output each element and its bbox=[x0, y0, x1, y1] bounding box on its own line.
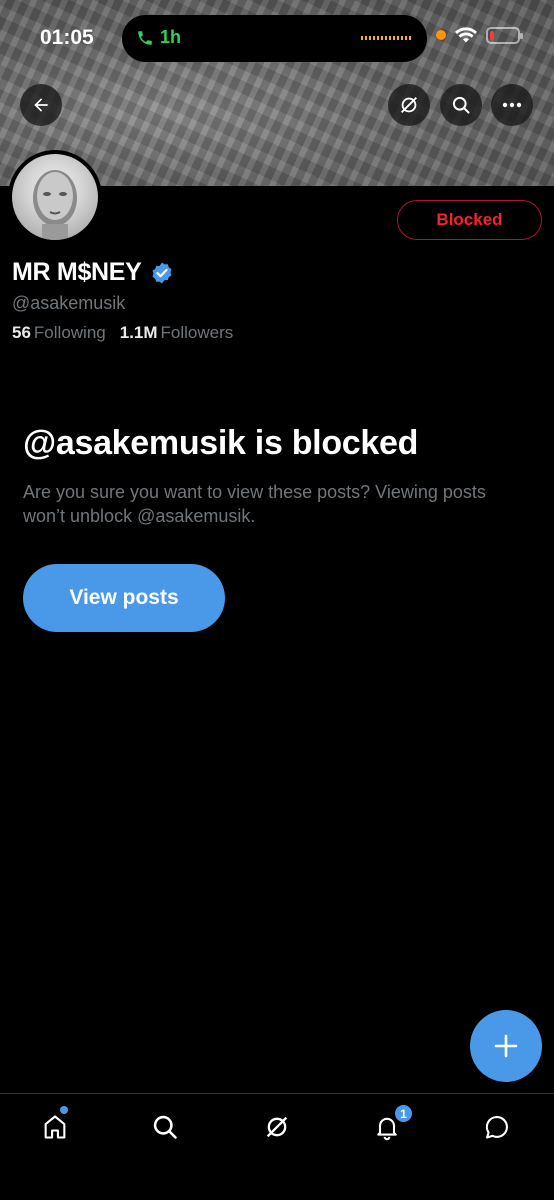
battery-icon bbox=[486, 26, 523, 44]
profile-handle: @asakemusik bbox=[12, 293, 126, 313]
bottom-tab-bar: 1 bbox=[0, 1093, 554, 1200]
back-button[interactable] bbox=[20, 84, 62, 126]
blocked-title: @asakemusik is blocked bbox=[23, 424, 419, 462]
more-button[interactable] bbox=[491, 84, 533, 126]
search-icon bbox=[153, 1115, 177, 1139]
followers-count: 1.1M bbox=[119, 323, 158, 342]
avatar-image bbox=[12, 154, 98, 240]
blocked-button[interactable]: Blocked bbox=[397, 200, 542, 240]
compose-button[interactable] bbox=[470, 1010, 542, 1082]
avatar-face-icon bbox=[33, 170, 77, 240]
avatar[interactable] bbox=[8, 150, 102, 244]
following-count: 56 bbox=[12, 323, 31, 342]
grok-icon bbox=[401, 97, 417, 113]
following-label: Following bbox=[33, 323, 106, 342]
following-link[interactable]: 56 Following bbox=[12, 323, 106, 343]
arrow-left-icon bbox=[34, 98, 48, 112]
grok-button[interactable] bbox=[388, 84, 430, 126]
status-time: 01:05 bbox=[40, 26, 94, 49]
plus-icon bbox=[494, 1034, 518, 1058]
status-icons bbox=[436, 26, 523, 44]
tab-home[interactable] bbox=[38, 1110, 72, 1144]
tab-messages[interactable] bbox=[480, 1110, 514, 1144]
view-posts-button[interactable]: View posts bbox=[23, 564, 225, 632]
ellipsis-icon bbox=[502, 102, 522, 108]
search-icon bbox=[452, 96, 470, 114]
tab-grok[interactable] bbox=[260, 1110, 294, 1144]
grok-icon bbox=[266, 1116, 288, 1138]
tab-search[interactable] bbox=[148, 1110, 182, 1144]
followers-label: Followers bbox=[160, 323, 234, 342]
audio-waveform-icon bbox=[361, 36, 411, 40]
mic-indicator-icon bbox=[436, 30, 446, 40]
dynamic-island[interactable]: 1h bbox=[122, 15, 427, 62]
call-indicator[interactable]: 1h bbox=[136, 27, 181, 48]
search-button[interactable] bbox=[440, 84, 482, 126]
display-name: MR M$NEY bbox=[12, 258, 142, 286]
profile-name-row: MR M$NEY bbox=[12, 258, 174, 287]
follow-stats: 56 Following 1.1M Followers bbox=[12, 323, 233, 343]
wifi-icon bbox=[455, 27, 477, 43]
verified-badge-icon[interactable] bbox=[150, 261, 174, 285]
call-duration: 1h bbox=[160, 27, 182, 47]
home-icon bbox=[44, 1115, 66, 1139]
notification-badge: 1 bbox=[394, 1104, 413, 1123]
followers-link[interactable]: 1.1M Followers bbox=[120, 323, 234, 343]
blocked-description: Are you sure you want to view these post… bbox=[23, 482, 486, 526]
chat-bubble-icon bbox=[485, 1116, 508, 1139]
home-unread-dot bbox=[60, 1106, 68, 1114]
phone-icon bbox=[138, 30, 152, 45]
